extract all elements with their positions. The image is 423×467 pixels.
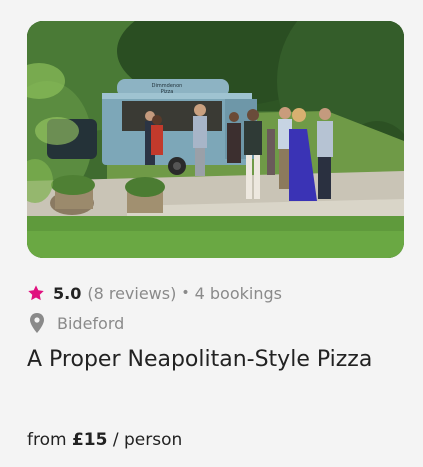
map-pin-icon bbox=[30, 313, 44, 333]
location-row: Bideford bbox=[27, 312, 124, 334]
listing-photo[interactable]: Dimmdenon Pizza bbox=[27, 21, 404, 258]
meta-separator: • bbox=[181, 285, 190, 301]
listing-card[interactable]: Dimmdenon Pizza 5.0 (8 reviews) • 4 book… bbox=[0, 0, 423, 467]
booking-count: 4 bookings bbox=[194, 283, 282, 303]
price-prefix: from bbox=[27, 430, 67, 450]
price-unit: / person bbox=[112, 430, 183, 450]
star-icon bbox=[28, 285, 44, 301]
rating-row: 5.0 (8 reviews) • 4 bookings bbox=[27, 282, 282, 304]
price-amount: £15 bbox=[71, 430, 108, 450]
van-sign-line2: Pizza bbox=[161, 89, 174, 95]
price-row: from £15 / person bbox=[27, 430, 182, 450]
rating-score: 5.0 bbox=[53, 283, 82, 303]
review-count: (8 reviews) bbox=[87, 283, 177, 303]
location-name: Bideford bbox=[57, 313, 125, 333]
listing-title[interactable]: A Proper Neapolitan-Style Pizza bbox=[27, 347, 372, 372]
pizza-van-event-image: Dimmdenon Pizza bbox=[27, 21, 404, 258]
